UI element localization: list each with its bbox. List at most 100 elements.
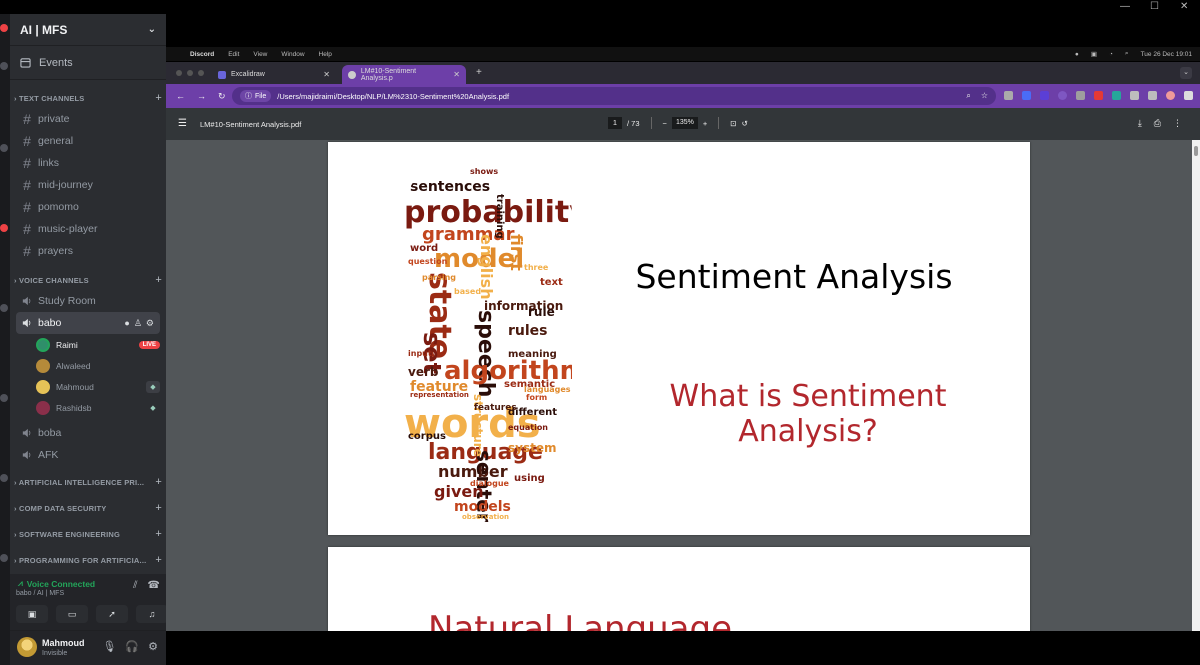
add-channel-icon[interactable]: + [155, 92, 162, 104]
server-icon[interactable] [0, 304, 8, 312]
avatar[interactable] [17, 637, 37, 657]
pdf-scroll-thumb[interactable] [1194, 146, 1198, 156]
more-menu-icon[interactable] [1184, 91, 1193, 100]
server-icon[interactable] [0, 24, 8, 32]
minimize-icon[interactable]: — [1120, 1, 1130, 12]
category-comp-data-security[interactable]: › COMP DATA SECURITY + [10, 498, 166, 518]
menu-edit[interactable]: Edit [228, 51, 239, 58]
channel-mid-journey[interactable]: # mid-journey [16, 174, 160, 196]
search-icon[interactable]: ⌕ [1125, 50, 1129, 58]
gear-icon[interactable]: ⚙ [148, 640, 158, 653]
server-icon[interactable] [0, 62, 8, 70]
server-icon[interactable] [0, 224, 8, 232]
voice-member-raimi[interactable]: Raimi LIVE [36, 334, 160, 355]
chat-icon[interactable]: ● [124, 318, 129, 329]
voice-channel-afk[interactable]: AFK [16, 444, 160, 466]
tab-pdf[interactable]: LM#10-Sentiment Analysis.p ✕ [342, 65, 466, 84]
voice-member-alwaleed[interactable]: Alwaleed [36, 355, 160, 376]
profile-icon[interactable] [1166, 91, 1175, 100]
status-icon[interactable]: ● [1075, 51, 1079, 58]
channel-general[interactable]: # general [16, 130, 160, 152]
channel-links[interactable]: # links [16, 152, 160, 174]
tab-search-icon[interactable]: ⌄ [1180, 67, 1192, 79]
address-bar[interactable]: ⓘ File /Users/majidraimi/Desktop/NLP/LM%2… [232, 87, 996, 105]
extension-icon[interactable] [1040, 91, 1049, 100]
forward-icon[interactable]: → [197, 91, 206, 102]
print-icon[interactable]: ⎙ [1154, 118, 1161, 129]
extension-icon[interactable] [1004, 91, 1013, 100]
category-text-channels[interactable]: › TEXT CHANNELS + [10, 88, 166, 108]
menu-app-name[interactable]: Discord [190, 51, 214, 58]
reload-icon[interactable]: ↻ [218, 91, 226, 102]
add-channel-icon[interactable]: + [155, 476, 162, 488]
zoom-dot-icon[interactable] [198, 70, 204, 76]
more-vert-icon[interactable]: ⋮ [1173, 118, 1182, 129]
minimize-dot-icon[interactable] [187, 70, 193, 76]
add-channel-icon[interactable]: + [155, 274, 162, 286]
activity-button[interactable]: ➚ [96, 605, 128, 623]
server-icon[interactable] [0, 394, 8, 402]
headphones-icon[interactable]: 🎧 [125, 640, 139, 653]
channel-music-player[interactable]: # music-player [16, 218, 160, 240]
voice-channel-boba[interactable]: boba [16, 422, 160, 444]
add-channel-icon[interactable]: + [155, 528, 162, 540]
category-programming-ai[interactable]: › PROGRAMMING FOR ARTIFICIA... + [10, 550, 166, 570]
menu-view[interactable]: View [253, 51, 267, 58]
status-icon[interactable]: ▣ [1091, 50, 1097, 58]
menu-window[interactable]: Window [281, 51, 304, 58]
zoom-out-button[interactable]: − [663, 119, 667, 128]
voice-member-rashidsb[interactable]: Rashidsb ◆ [36, 397, 160, 418]
add-member-icon[interactable]: ♙ [134, 318, 142, 329]
back-icon[interactable]: ← [176, 91, 185, 102]
pdf-scrollbar[interactable] [1192, 140, 1200, 631]
events-item[interactable]: Events [10, 46, 166, 80]
sidebar-icon[interactable] [1148, 91, 1157, 100]
extension-icon[interactable] [1022, 91, 1031, 100]
extension-icon[interactable] [1076, 91, 1085, 100]
close-dot-icon[interactable] [176, 70, 182, 76]
rotate-icon[interactable]: ↺ [742, 119, 748, 128]
close-window-icon[interactable]: ✕ [1180, 1, 1188, 12]
tab-excalidraw[interactable]: Excalidraw ✕ [212, 65, 336, 84]
channel-prayers[interactable]: # prayers [16, 240, 160, 262]
server-icon[interactable] [0, 554, 8, 562]
voice-channel-babo[interactable]: babo ● ♙ ⚙ [16, 312, 160, 334]
gear-icon[interactable]: ⚙ [146, 318, 154, 329]
menu-icon[interactable]: ☰ [178, 118, 187, 129]
category-artificial-intelligence[interactable]: › ARTIFICIAL INTELLIGENCE PRI... + [10, 472, 166, 492]
microphone-icon[interactable]: 🎙 [102, 640, 116, 653]
bookmark-star-icon[interactable]: ☆ [981, 91, 988, 101]
fit-page-icon[interactable]: ⊡ [730, 119, 736, 128]
extension-icon[interactable] [1058, 91, 1067, 100]
close-tab-icon[interactable]: ✕ [453, 70, 460, 79]
site-info-chip[interactable]: ⓘ File [240, 90, 272, 102]
camera-button[interactable]: ▣ [16, 605, 48, 623]
add-channel-icon[interactable]: + [155, 554, 162, 566]
disconnect-icon[interactable]: ☎ [148, 580, 160, 591]
channel-pomomo[interactable]: # pomomo [16, 196, 160, 218]
extension-icon[interactable] [1112, 91, 1121, 100]
close-tab-icon[interactable]: ✕ [323, 70, 330, 79]
add-channel-icon[interactable]: + [155, 502, 162, 514]
zoom-icon[interactable]: ⌕ [966, 91, 970, 101]
channel-private[interactable]: # private [16, 108, 160, 130]
voice-channel-study-room[interactable]: Study Room [16, 290, 160, 312]
server-header[interactable]: AI | MFS ⌄ [10, 14, 166, 46]
page-number-input[interactable]: 1 [608, 117, 622, 129]
category-voice-channels[interactable]: › VOICE CHANNELS + [10, 270, 166, 290]
new-tab-icon[interactable]: + [476, 67, 482, 78]
puzzle-icon[interactable] [1130, 91, 1139, 100]
voice-status[interactable]: ⩘ Voice Connected [18, 578, 95, 589]
server-icon[interactable] [0, 474, 8, 482]
zoom-in-button[interactable]: + [703, 119, 707, 128]
server-icon[interactable] [0, 144, 8, 152]
pdf-viewport[interactable]: sentences probability grammar model english s… [166, 140, 1192, 631]
screen-share-button[interactable]: ▭ [56, 605, 88, 623]
wifi-icon[interactable]: ◔ [1109, 51, 1113, 58]
zoom-input[interactable]: 135% [671, 117, 698, 129]
maximize-icon[interactable]: ☐ [1150, 1, 1159, 12]
category-software-engineering[interactable]: › SOFTWARE ENGINEERING + [10, 524, 166, 544]
noise-suppression-icon[interactable]: ⫽ [133, 580, 137, 591]
soundboard-button[interactable]: ♫ [136, 605, 168, 623]
download-icon[interactable]: ⤓ [1138, 118, 1142, 129]
